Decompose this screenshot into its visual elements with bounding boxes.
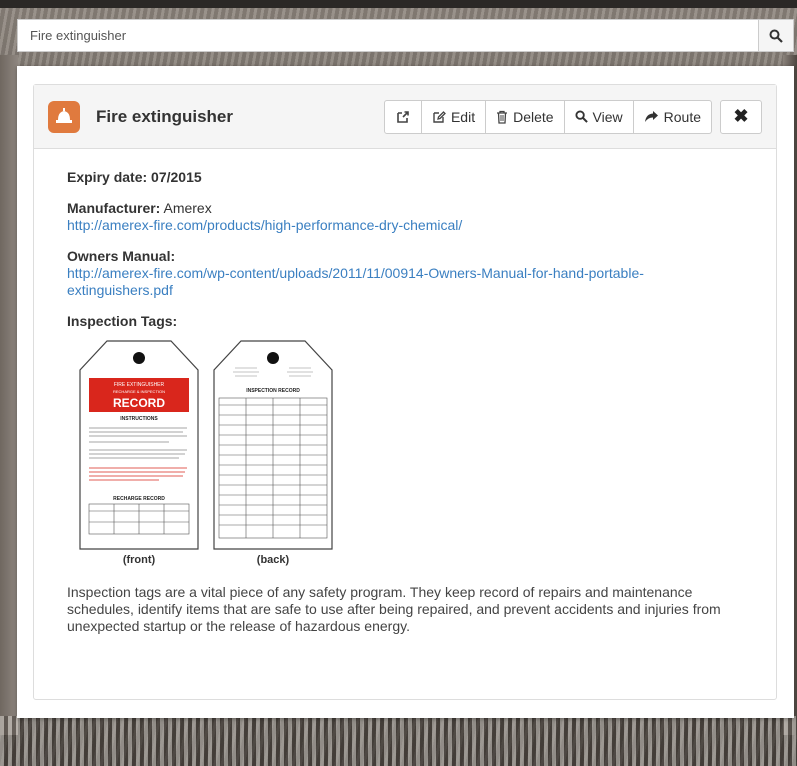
card-body: Expiry date: 07/2015 Manufacturer: Amere… (34, 149, 776, 635)
edit-button[interactable]: Edit (420, 99, 487, 134)
expiry-field: Expiry date: 07/2015 (67, 169, 776, 186)
description-text: Inspection tags are a vital piece of any… (67, 584, 721, 634)
manufacturer-label: Manufacturer: (67, 200, 161, 216)
back-tag-graphic: INSPECTION RECORD (213, 340, 333, 550)
manual-field: Owners Manual: http://amerex-fire.com/wp… (67, 248, 776, 299)
detail-card: Fire extinguisher Edit Delete View Route… (33, 84, 777, 700)
search-icon (769, 29, 783, 43)
view-button[interactable]: View (563, 99, 634, 134)
front-tag-caption: (front) (122, 554, 156, 566)
edit-icon (433, 110, 446, 123)
share-arrow-icon (644, 111, 658, 122)
delete-button[interactable]: Delete (485, 99, 565, 134)
card-title: Fire extinguisher (96, 106, 233, 126)
manual-label: Owners Manual: (67, 248, 176, 264)
route-button-label: Route (663, 108, 701, 125)
search-icon (575, 110, 588, 123)
manufacturer-link[interactable]: http://amerex-fire.com/products/high-per… (67, 217, 462, 233)
manual-link-line1: http://amerex-fire.com/wp-content/upload… (67, 265, 644, 281)
front-tag-banner-big: RECORD (113, 396, 165, 410)
front-tag-recharge: RECHARGE RECORD (113, 496, 165, 502)
external-link-icon (397, 110, 409, 123)
card-header: Fire extinguisher Edit Delete View Route… (34, 85, 776, 149)
back-tag: INSPECTION RECORD (back) (213, 340, 333, 566)
view-button-label: View (592, 108, 623, 125)
back-tag-caption: (back) (256, 554, 290, 566)
manual-link[interactable]: http://amerex-fire.com/wp-content/upload… (67, 265, 644, 298)
search-button[interactable] (758, 20, 793, 51)
manufacturer-value: Amerex (163, 200, 212, 216)
inspection-tags-image: FIRE EXTINGUISHER RECHARGE & INSPECTION … (79, 340, 776, 566)
expiry-value: 07/2015 (151, 169, 202, 185)
expiry-label: Expiry date: (67, 169, 148, 185)
manual-link-line2: extinguishers.pdf (67, 282, 173, 298)
front-tag-graphic: FIRE EXTINGUISHER RECHARGE & INSPECTION … (79, 340, 199, 550)
fire-extinguisher-marker-icon (48, 100, 80, 133)
close-button[interactable]: ✖ (720, 99, 762, 134)
open-external-button[interactable] (383, 99, 422, 134)
detail-panel: Fire extinguisher Edit Delete View Route… (17, 66, 794, 718)
close-icon: ✖ (733, 106, 749, 126)
tags-field: Inspection Tags: (67, 313, 776, 330)
route-button[interactable]: Route (632, 99, 712, 134)
trash-icon (497, 110, 508, 124)
tags-label: Inspection Tags: (67, 313, 178, 329)
front-tag-banner-sub: RECHARGE & INSPECTION (113, 389, 165, 394)
front-tag-instructions: INSTRUCTIONS (120, 416, 158, 422)
front-tag: FIRE EXTINGUISHER RECHARGE & INSPECTION … (79, 340, 199, 566)
back-tag-heading: INSPECTION RECORD (246, 388, 300, 394)
action-button-group: Edit Delete View Route (383, 99, 712, 134)
front-tag-banner-small: FIRE EXTINGUISHER (114, 382, 165, 388)
background-floor-grate (0, 716, 797, 766)
search-bar (17, 19, 794, 52)
manufacturer-field: Manufacturer: Amerex http://amerex-fire.… (67, 200, 776, 234)
background-left-edge (0, 55, 18, 735)
search-input[interactable] (18, 20, 758, 51)
edit-button-label: Edit (450, 108, 476, 125)
delete-button-label: Delete (513, 108, 554, 125)
